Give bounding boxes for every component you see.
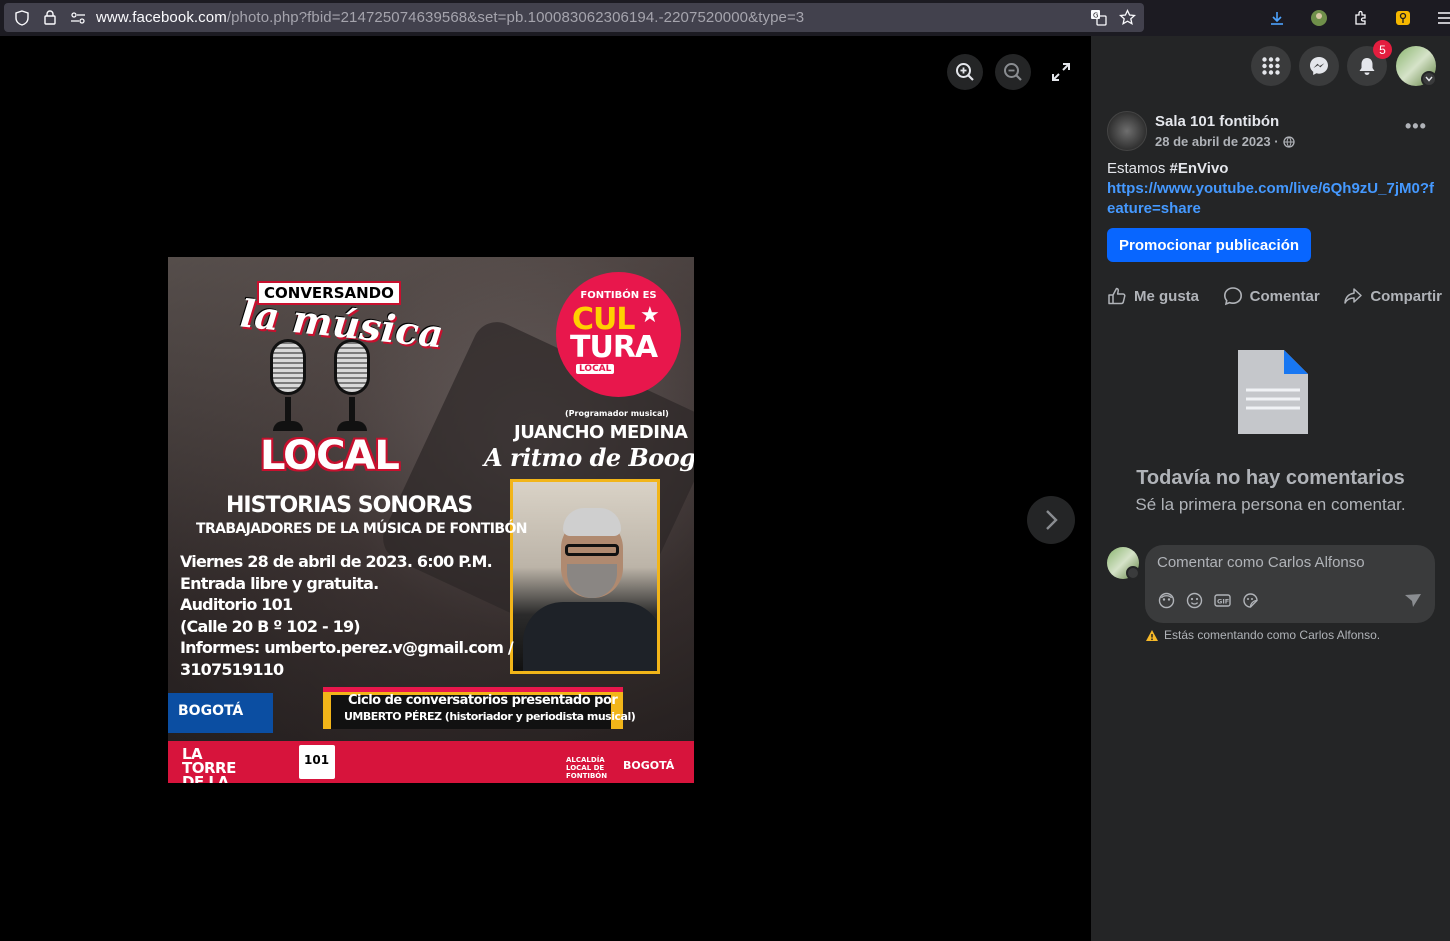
- url-host: www.facebook.com: [96, 9, 227, 26]
- mic-stand: [285, 397, 291, 423]
- microphone-icon: [334, 339, 370, 395]
- share-label: Compartir: [1370, 287, 1442, 305]
- warning-icon: [1146, 629, 1158, 641]
- menu-button[interactable]: [1251, 46, 1291, 86]
- extensions-puzzle-icon[interactable]: [1349, 6, 1373, 30]
- commenting-as-text: Estás comentando como Carlos Alfonso.: [1164, 628, 1381, 642]
- messenger-icon: [1310, 57, 1328, 75]
- fullscreen-button[interactable]: [1043, 54, 1079, 90]
- bogota-footer-logo: BOGOTÁ: [623, 759, 675, 772]
- permissions-icon[interactable]: [70, 10, 86, 26]
- bookmark-star-icon[interactable]: [1118, 8, 1137, 31]
- sticker-icon[interactable]: [1241, 591, 1259, 609]
- mic-stand: [349, 397, 355, 423]
- comment-bubble-icon: [1223, 287, 1242, 306]
- poster-guest-name: JUANCHO MEDINA: [514, 422, 688, 443]
- microphone-icon: [270, 339, 306, 395]
- alcaldia-logo: ALCALDÍA LOCAL DE FONTIBÓN: [566, 756, 608, 780]
- zoom-out-icon: [1004, 63, 1022, 81]
- star-icon: ★: [640, 302, 660, 327]
- notifications-badge: 5: [1373, 40, 1392, 59]
- zoom-out-button[interactable]: [995, 54, 1031, 90]
- avatar-sticker-icon[interactable]: [1157, 591, 1175, 609]
- share-button[interactable]: Compartir: [1343, 286, 1442, 306]
- post-link[interactable]: https://www.youtube.com/live/6Qh9zU_7jM0…: [1107, 179, 1437, 219]
- gif-icon[interactable]: GIF: [1213, 591, 1231, 609]
- translate-icon[interactable]: G: [1090, 9, 1107, 31]
- bogota-logo: BOGOTÁ: [168, 693, 273, 733]
- poster-programador: (Programador musical): [565, 409, 669, 418]
- poster-historias: HISTORIAS SONORAS: [226, 493, 473, 518]
- url-bar[interactable]: www.facebook.com/photo.php?fbid=21472507…: [4, 3, 1144, 32]
- downloads-icon[interactable]: [1265, 6, 1289, 30]
- promote-post-button[interactable]: Promocionar publicación: [1107, 228, 1311, 262]
- commenter-avatar[interactable]: [1107, 547, 1140, 580]
- fullscreen-icon: [1052, 63, 1070, 81]
- poster-ciclo-line2: UMBERTO PÉREZ (historiador y periodista …: [344, 710, 636, 723]
- chevron-down-icon: [1126, 566, 1140, 580]
- poster-ciclo-line1: Ciclo de conversatorios presentado por: [348, 693, 618, 708]
- document-icon: [1238, 350, 1308, 434]
- fontibon-cultura-logo: FONTIBÓN ES CUL ★ TURA LOCAL: [556, 272, 681, 397]
- auditorio-logo-text: 101: [304, 753, 330, 767]
- no-comments-title: Todavía no hay comentarios: [1136, 467, 1405, 489]
- url-text[interactable]: www.facebook.com/photo.php?fbid=21472507…: [96, 9, 804, 26]
- commenting-as-notice: Estás comentando como Carlos Alfonso.: [1145, 628, 1380, 642]
- poster-local-title: LOCAL: [260, 433, 400, 479]
- zoom-in-button[interactable]: [947, 54, 983, 90]
- thumbs-up-icon: [1108, 287, 1126, 305]
- globe-icon: [1282, 135, 1295, 148]
- post-actions: Me gusta Comentar Compartir: [1107, 282, 1442, 310]
- event-poster-image: CONVERSANDO la música LOCAL FONTIBÓN ES …: [168, 257, 694, 783]
- browser-toolbar: www.facebook.com/photo.php?fbid=21472507…: [0, 0, 1450, 36]
- auditorio-logo: 101: [299, 745, 335, 779]
- shield-icon[interactable]: [14, 9, 30, 26]
- account-avatar[interactable]: [1396, 46, 1437, 87]
- post-hashtag[interactable]: #EnVivo: [1170, 160, 1229, 177]
- cultura-tura-text: TURA: [570, 330, 658, 365]
- post-text: Estamos #EnVivo: [1107, 159, 1437, 179]
- torre-cancion-logo: LA TORRE DE LA CANCIÓN: [182, 745, 236, 784]
- like-label: Me gusta: [1134, 287, 1200, 305]
- comment-input[interactable]: [1157, 554, 1417, 571]
- url-path: /photo.php?fbid=214725074639568&set=pb.1…: [226, 9, 805, 26]
- send-icon[interactable]: [1403, 590, 1423, 610]
- guest-portrait: [510, 479, 660, 674]
- password-extension-icon[interactable]: [1391, 6, 1415, 30]
- chevron-down-icon: [1421, 71, 1437, 87]
- extension-avatar-icon[interactable]: [1307, 6, 1331, 30]
- messenger-button[interactable]: [1299, 46, 1339, 86]
- zoom-in-icon: [956, 63, 974, 81]
- page-avatar[interactable]: [1107, 111, 1147, 151]
- post-text-prefix: Estamos: [1107, 160, 1170, 177]
- cultura-top-text: FONTIBÓN ES: [580, 290, 657, 301]
- poster-trabajadores: TRABAJADORES DE LA MÚSICA DE FONTIBÓN: [196, 521, 527, 537]
- comment-composer[interactable]: GIF: [1145, 545, 1435, 623]
- emoji-icon[interactable]: [1185, 591, 1203, 609]
- poster-event-info: Viernes 28 de abril de 2023. 6:00 P.M. E…: [180, 552, 514, 679]
- next-photo-button[interactable]: [1027, 496, 1075, 544]
- chevron-right-icon: [1046, 510, 1058, 530]
- share-arrow-icon: [1344, 288, 1363, 304]
- mic-base: [273, 421, 303, 431]
- mic-base: [337, 421, 367, 431]
- cultura-local-text: LOCAL: [576, 364, 615, 374]
- post-date-text: 28 de abril de 2023 ·: [1155, 134, 1279, 149]
- comment-label: Comentar: [1249, 287, 1320, 305]
- lock-icon[interactable]: [42, 10, 58, 26]
- like-button[interactable]: Me gusta: [1107, 286, 1199, 306]
- comment-button[interactable]: Comentar: [1223, 286, 1320, 306]
- poster-tagline: A ritmo de Boogaloop: [484, 443, 694, 472]
- svg-text:GIF: GIF: [1217, 597, 1229, 605]
- grid-menu-icon: [1262, 57, 1280, 75]
- no-comments-subtitle: Sé la primera persona en comentar.: [1135, 495, 1406, 514]
- bell-icon: [1359, 58, 1375, 75]
- hamburger-menu-icon[interactable]: [1433, 6, 1450, 30]
- photo-viewer: CONVERSANDO la música LOCAL FONTIBÓN ES …: [0, 36, 1091, 941]
- more-options-icon[interactable]: •••: [1405, 116, 1427, 137]
- bogota-chip-text: BOGOTÁ: [178, 703, 244, 719]
- post-date[interactable]: 28 de abril de 2023 ·: [1155, 134, 1295, 149]
- page-name-link[interactable]: Sala 101 fontibón: [1155, 113, 1279, 130]
- svg-text:G: G: [1093, 12, 1098, 20]
